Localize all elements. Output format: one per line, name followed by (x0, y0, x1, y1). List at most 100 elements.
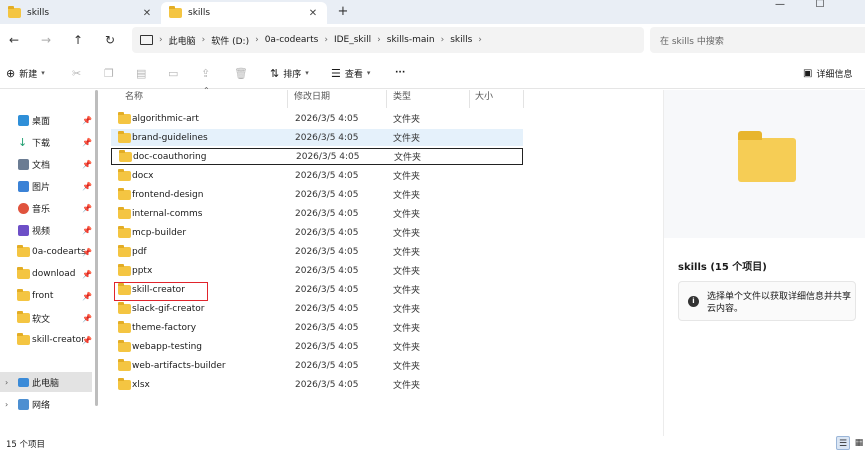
chevron-right-icon[interactable]: › (159, 35, 163, 45)
chevron-right-icon[interactable]: › (255, 35, 259, 45)
new-button-label: 新建 (19, 69, 38, 80)
up-button[interactable]: ↑ (68, 31, 88, 49)
pin-icon: 📌 (82, 181, 92, 191)
sidebar-item-ruanwen[interactable]: 软文 📌 (0, 308, 92, 328)
chevron-down-icon: ▾ (366, 69, 371, 77)
cut-button[interactable]: ✂ (72, 63, 81, 83)
sidebar-item-music[interactable]: 音乐 📌 (0, 198, 92, 218)
chevron-right-icon[interactable]: › (324, 35, 328, 45)
file-row-web-artifacts-builder[interactable]: web-artifacts-builder 2026/3/5 4:05 文件夹 (111, 357, 523, 374)
sidebar-item-videos[interactable]: 视频 📌 (0, 220, 92, 240)
chevron-right-icon[interactable]: › (5, 378, 8, 387)
scissors-icon: ✂ (72, 66, 82, 80)
share-button[interactable]: ⇪ (201, 63, 210, 83)
trash-icon: 🗑 (234, 66, 248, 80)
file-row-doc-coauthoring[interactable]: doc-coauthoring 2026/3/5 4:05 文件夹 (111, 148, 523, 165)
file-row-webapp-testing[interactable]: webapp-testing 2026/3/5 4:05 文件夹 (111, 338, 523, 355)
column-divider[interactable] (386, 90, 387, 108)
column-divider[interactable] (469, 90, 470, 108)
sidebar-item-download[interactable]: download 📌 (0, 264, 92, 284)
copy-button[interactable]: ❐ (104, 63, 114, 83)
search-input[interactable]: 在 skills 中搜索 (650, 27, 865, 53)
forward-button[interactable]: → (36, 31, 56, 49)
close-icon[interactable]: ✕ (307, 8, 319, 19)
breadcrumb-codearts[interactable]: 0a-codearts (265, 35, 319, 45)
file-row-xlsx[interactable]: xlsx 2026/3/5 4:05 文件夹 (111, 376, 523, 393)
preview-area (664, 90, 865, 238)
sidebar-item-pictures[interactable]: 图片 📌 (0, 176, 92, 196)
more-options-button[interactable]: ··· (395, 63, 405, 83)
new-tab-button[interactable]: + (334, 3, 352, 21)
breadcrumb-this-pc[interactable]: 此电脑 (169, 34, 196, 47)
pin-icon: 📌 (82, 159, 92, 169)
delete-button[interactable]: 🗑 (234, 63, 248, 83)
sidebar-item-0a-codearts[interactable]: 0a-codearts 📌 (0, 242, 92, 262)
chevron-right-icon[interactable]: › (478, 35, 482, 45)
file-row-algorithmic-art[interactable]: algorithmic-art 2026/3/5 4:05 文件夹 (111, 110, 523, 127)
folder-icon (17, 267, 30, 279)
file-name: doc-coauthoring (133, 151, 207, 162)
breadcrumb-drive[interactable]: 软件 (D:) (211, 34, 249, 47)
file-name: pdf (132, 246, 147, 257)
folder-icon (119, 149, 132, 162)
file-name: slack-gif-creator (132, 303, 205, 314)
info-icon: i (688, 296, 699, 307)
sidebar-item-front[interactable]: front 📌 (0, 286, 92, 306)
file-row-mcp-builder[interactable]: mcp-builder 2026/3/5 4:05 文件夹 (111, 224, 523, 241)
column-header-size[interactable]: 大小 (475, 90, 493, 104)
back-button[interactable]: ← (4, 31, 24, 49)
column-divider[interactable] (523, 90, 524, 108)
chevron-right-icon[interactable]: › (377, 35, 381, 45)
sort-button[interactable]: ⇅ 排序 ▾ (270, 63, 309, 83)
sidebar-item-downloads[interactable]: ↓ 下载 📌 (0, 132, 92, 152)
details-pane-button[interactable]: ▣ 详细信息 (803, 63, 852, 83)
sidebar-item-skill-creator[interactable]: skill-creator 📌 (0, 330, 92, 350)
status-bar: 15 个项目 ☰ ▦ (0, 436, 865, 452)
file-date: 2026/3/5 4:05 (295, 132, 359, 143)
file-row-pptx[interactable]: pptx 2026/3/5 4:05 文件夹 (111, 262, 523, 279)
sidebar-scrollbar[interactable] (95, 90, 98, 406)
item-count: 15 个项目 (6, 440, 46, 450)
refresh-button[interactable]: ↻ (100, 31, 120, 49)
view-button[interactable]: ☰ 查看 ▾ (331, 63, 370, 83)
chevron-right-icon[interactable]: › (5, 400, 8, 409)
title-bar: skills ✕ skills ✕ + — ☐ (0, 0, 865, 24)
chevron-right-icon[interactable]: › (441, 35, 445, 45)
rename-button[interactable]: ▭ (168, 63, 178, 83)
file-row-docx[interactable]: docx 2026/3/5 4:05 文件夹 (111, 167, 523, 184)
tab-skills-1[interactable]: skills ✕ (0, 2, 161, 24)
column-header-type[interactable]: 类型 (393, 90, 411, 104)
breadcrumb-ide-skill[interactable]: IDE_skill (334, 35, 371, 45)
column-header-name[interactable]: 名称 (125, 90, 143, 104)
sidebar-item-documents[interactable]: 文档 📌 (0, 154, 92, 174)
breadcrumb-skills[interactable]: skills (450, 35, 472, 45)
folder-icon (17, 245, 30, 257)
file-date: 2026/3/5 4:05 (295, 379, 359, 390)
close-icon[interactable]: ✕ (141, 8, 153, 19)
file-type: 文件夹 (393, 229, 421, 239)
column-divider[interactable] (287, 90, 288, 108)
tab-skills-2[interactable]: skills ✕ (161, 2, 327, 24)
highlight-box (114, 282, 208, 301)
breadcrumb-skills-main[interactable]: skills-main (387, 35, 435, 45)
new-button[interactable]: ⊕ 新建 ▾ (6, 63, 45, 83)
document-icon (18, 158, 29, 170)
file-row-pdf[interactable]: pdf 2026/3/5 4:05 文件夹 (111, 243, 523, 260)
file-row-theme-factory[interactable]: theme-factory 2026/3/5 4:05 文件夹 (111, 319, 523, 336)
maximize-button[interactable]: ☐ (805, 0, 835, 12)
minimize-button[interactable]: — (765, 0, 795, 12)
file-row-frontend-design[interactable]: frontend-design 2026/3/5 4:05 文件夹 (111, 186, 523, 203)
sidebar-item-desktop[interactable]: 桌面 📌 (0, 110, 92, 130)
paste-button[interactable]: ▤ (136, 63, 146, 83)
sidebar-item-network[interactable]: › 网络 (0, 394, 92, 414)
column-header-modified[interactable]: 修改日期 (294, 90, 330, 104)
file-row-slack-gif-creator[interactable]: slack-gif-creator 2026/3/5 4:05 文件夹 (111, 300, 523, 317)
file-row-brand-guidelines[interactable]: brand-guidelines 2026/3/5 4:05 文件夹 (111, 129, 523, 146)
address-bar[interactable]: › 此电脑 › 软件 (D:) › 0a-codearts › IDE_skil… (132, 27, 644, 53)
tiles-view-icon[interactable]: ▦ (852, 436, 865, 450)
details-view-icon[interactable]: ☰ (836, 436, 850, 450)
sidebar-item-this-pc[interactable]: › 此电脑 (0, 372, 92, 392)
chevron-right-icon[interactable]: › (202, 35, 206, 45)
file-row-internal-comms[interactable]: internal-comms 2026/3/5 4:05 文件夹 (111, 205, 523, 222)
pin-icon: 📌 (82, 203, 92, 213)
